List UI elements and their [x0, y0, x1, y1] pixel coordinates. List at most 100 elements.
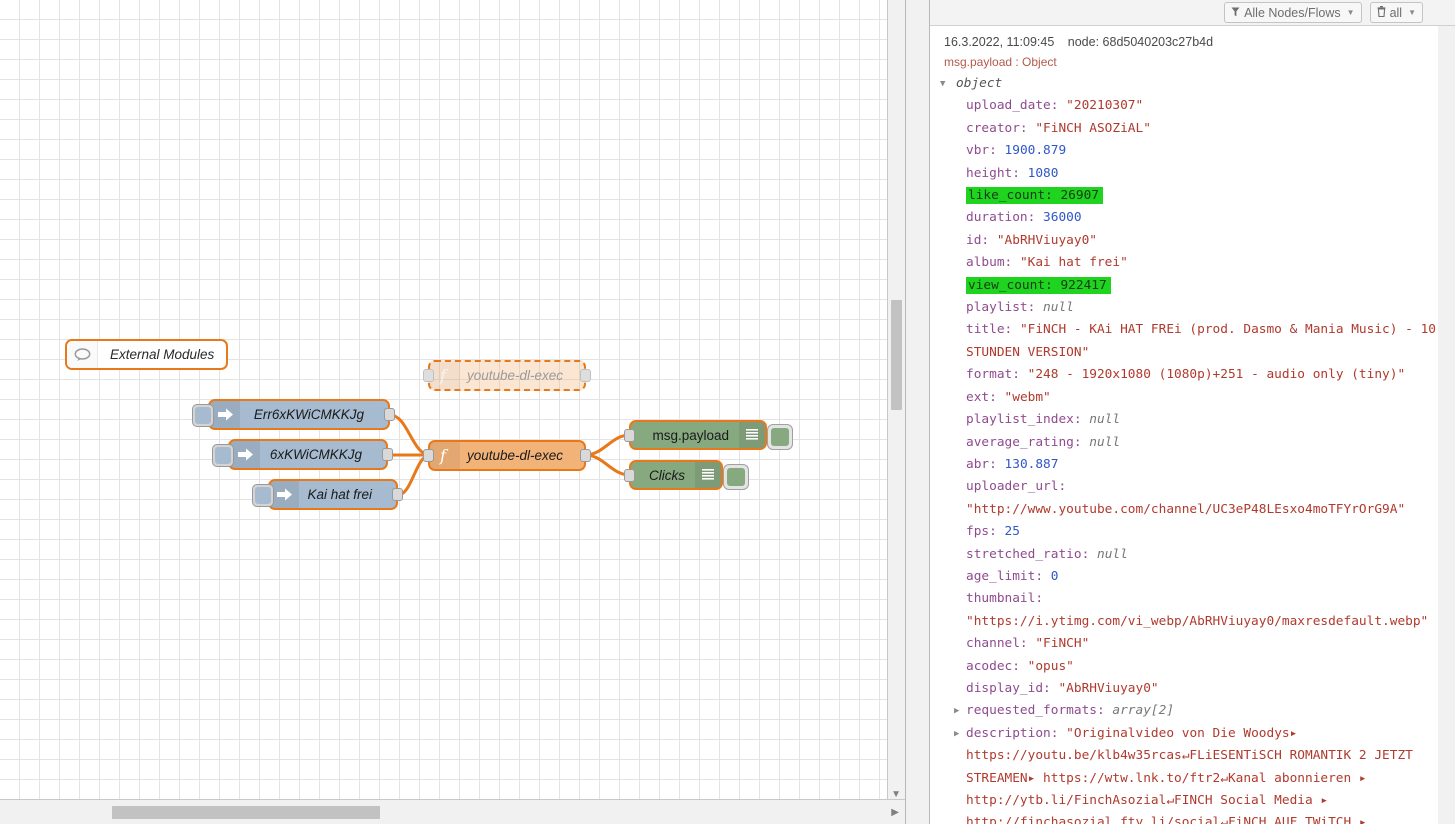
debug-node-label: Clicks	[649, 467, 685, 483]
scroll-down-arrow-icon[interactable]: ▼	[891, 790, 901, 800]
property-value: "FiNCH ASOZiAL"	[1035, 120, 1151, 136]
twisty-down-icon[interactable]: ▼	[940, 73, 945, 95]
debug-node-clicks[interactable]: Clicks	[624, 460, 749, 490]
property-value: 922417	[1060, 277, 1107, 293]
debug-message-property: msg.payload : Object	[944, 55, 1057, 69]
property-key: abr:	[966, 456, 1005, 472]
debug-enable-toggle[interactable]	[767, 424, 793, 450]
debug-filter-label: Alle Nodes/Flows	[1244, 5, 1341, 20]
node-input-port[interactable]	[423, 369, 434, 382]
inject-node-label: Err6xKWiCMKKJg	[253, 407, 364, 422]
property-content: vbr: 1900.879	[966, 143, 1066, 158]
canvas-horizontal-scrollbar[interactable]: ▶	[0, 799, 905, 824]
property-value: array[2]	[1112, 703, 1175, 719]
property-content: album: "Kai hat frei"	[966, 255, 1128, 270]
property-content: description: "Originalvideo von Die Wood…	[966, 726, 1413, 824]
debug-property-row: height: 1080	[952, 163, 1438, 185]
node-output-port[interactable]	[580, 369, 591, 382]
property-key: age_limit:	[966, 568, 1051, 584]
property-value: null	[1089, 412, 1121, 428]
property-content: upload_date: "20210307"	[966, 98, 1143, 113]
property-value: "20210307"	[1066, 98, 1144, 114]
debug-property-row: playlist: null	[952, 297, 1438, 319]
property-value: null	[1043, 300, 1074, 316]
property-content: playlist_index: null	[966, 412, 1120, 427]
inject-arrow-icon	[270, 481, 300, 508]
comment-node-external-modules[interactable]: External Modules	[65, 339, 228, 370]
debug-property-row[interactable]: ▶ requested_formats: array[2]	[952, 700, 1438, 722]
twisty-right-icon[interactable]: ▶	[954, 700, 959, 722]
comment-node-label: External Modules	[110, 347, 215, 362]
debug-toolbar: Alle Nodes/Flows ▼ all ▼	[930, 0, 1455, 26]
node-output-port[interactable]	[392, 488, 403, 501]
property-value: "Kai hat frei"	[1019, 255, 1128, 271]
inject-trigger-button[interactable]	[192, 404, 214, 427]
scroll-right-arrow-icon[interactable]: ▶	[891, 808, 899, 818]
property-value: null	[1089, 434, 1121, 450]
property-value: 0	[1050, 568, 1059, 584]
property-content: display_id: "AbRHViuyay0"	[966, 681, 1159, 696]
node-output-port[interactable]	[384, 408, 395, 421]
property-content: duration: 36000	[966, 210, 1082, 225]
property-key: like_count:	[968, 188, 1061, 204]
inject-node-label: 6xKWiCMKKJg	[269, 447, 362, 462]
canvas-horizontal-scroll-thumb[interactable]	[112, 806, 380, 819]
debug-message-list: 16.3.2022, 11:09:45 node: 68d5040203c27b…	[930, 27, 1438, 824]
function-icon: f	[430, 362, 460, 389]
property-key: uploader_url:	[966, 479, 1067, 495]
canvas-grid	[0, 0, 905, 800]
property-key: playlist_index:	[966, 412, 1090, 428]
debug-property-row: stretched_ratio: null	[952, 544, 1438, 566]
inject-trigger-button[interactable]	[212, 444, 234, 467]
property-key: stretched_ratio:	[966, 546, 1097, 562]
debug-property-row: creator: "FiNCH ASOZiAL"	[952, 118, 1438, 140]
debug-lines-icon	[695, 462, 721, 488]
canvas-vertical-scroll-thumb[interactable]	[891, 300, 902, 410]
property-value: 130.887	[1004, 456, 1059, 472]
debug-property-row: duration: 36000	[952, 207, 1438, 229]
property-key: duration:	[966, 210, 1044, 226]
debug-vertical-scrollbar[interactable]	[1438, 26, 1455, 824]
property-key: album:	[966, 255, 1020, 271]
panel-splitter[interactable]	[905, 0, 930, 824]
node-output-port[interactable]	[580, 449, 591, 462]
debug-property-row[interactable]: ▶ description: "Originalvideo von Die Woo…	[952, 723, 1438, 824]
property-content: title: "FiNCH - KAi HAT FREi (prod. Dasm…	[966, 322, 1436, 359]
debug-property-row: id: "AbRHViuyay0"	[952, 230, 1438, 252]
function-node-label: youtube-dl-exec	[466, 448, 564, 463]
canvas-vertical-scrollbar[interactable]	[887, 0, 905, 800]
node-output-port[interactable]	[382, 448, 393, 461]
property-content: playlist: null	[966, 300, 1074, 315]
function-node-youtube-dl-exec-ghost[interactable]: f youtube-dl-exec	[423, 360, 591, 391]
debug-property-row: like_count: 26907	[952, 185, 1438, 207]
debug-enable-toggle[interactable]	[723, 464, 749, 490]
property-content: age_limit: 0	[966, 569, 1058, 584]
inject-node-err6xkwicmkkjg[interactable]: Err6xKWiCMKKJg	[192, 399, 395, 430]
object-root-row[interactable]: ▼ object	[940, 73, 1438, 95]
debug-node-msg-payload[interactable]: msg.payload	[624, 420, 793, 450]
debug-sidebar: Alle Nodes/Flows ▼ all ▼ 16.3.2022, 11:0…	[930, 0, 1455, 824]
node-input-port[interactable]	[624, 429, 635, 442]
debug-property-row: upload_date: "20210307"	[952, 95, 1438, 117]
node-input-port[interactable]	[624, 469, 635, 482]
inject-node-6xkwicmkkjg[interactable]: 6xKWiCMKKJg	[212, 439, 393, 470]
flow-canvas-pane[interactable]: External Modules f youtube-dl-exec Err6x…	[0, 0, 905, 824]
property-value: "248 - 1920x1080 (1080p)+251 - audio onl…	[1027, 367, 1406, 383]
property-key: fps:	[966, 524, 1005, 540]
debug-clear-button[interactable]: all ▼	[1369, 2, 1423, 23]
debug-property-row: uploader_url: "http://www.youtube.com/cha…	[952, 476, 1438, 521]
node-input-port[interactable]	[423, 449, 434, 462]
property-key: requested_formats:	[966, 703, 1113, 719]
debug-property-row: view_count: 922417	[952, 275, 1438, 297]
twisty-right-icon[interactable]: ▶	[954, 723, 959, 745]
property-value: 26907	[1060, 188, 1099, 204]
debug-property-row: playlist_index: null	[952, 409, 1438, 431]
property-key: ext:	[966, 389, 1005, 405]
function-node-youtube-dl-exec[interactable]: f youtube-dl-exec	[423, 440, 591, 471]
property-value: null	[1096, 546, 1128, 562]
inject-node-kai-hat-frei[interactable]: Kai hat frei	[252, 479, 403, 510]
inject-trigger-button[interactable]	[252, 484, 274, 507]
debug-filter-button[interactable]: Alle Nodes/Flows ▼	[1224, 2, 1362, 23]
trash-icon	[1377, 5, 1386, 20]
property-value: 25	[1004, 524, 1020, 540]
